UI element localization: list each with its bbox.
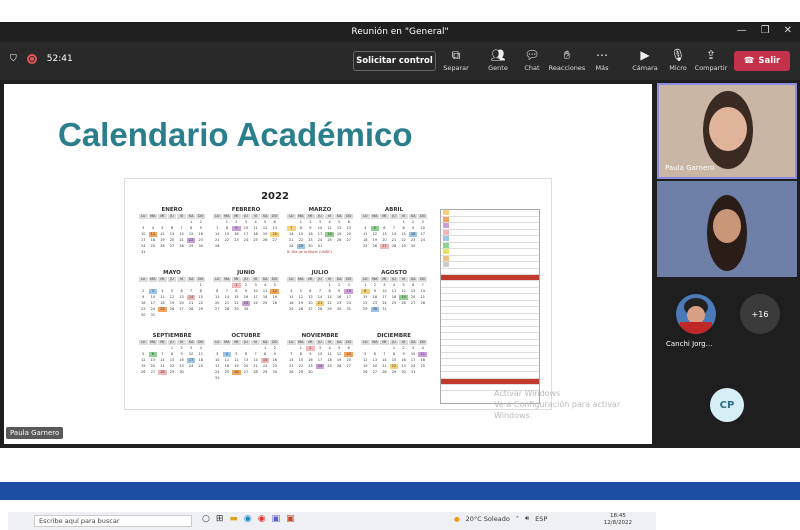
month-name: AGOSTO — [381, 270, 407, 276]
widgets-icon[interactable]: ⊞ — [216, 514, 224, 524]
pop-out-icon: ⧉ — [451, 48, 461, 62]
more-participants-button[interactable]: +16 — [740, 294, 780, 334]
presenter-name-chip: Paula Garnero — [6, 427, 64, 439]
calendar-month: MAYO LU MA MI JU VI SA DO 1 2 3 4 5 6 7 8 9 10 11 12 13 14 15 1… — [139, 270, 205, 317]
month-name: FEBRERO — [231, 207, 261, 213]
month-name: DICIEMBRE — [376, 333, 412, 339]
restore-button[interactable]: ❐ — [761, 25, 770, 36]
mic-off-icon: 🎙︎ — [670, 48, 686, 62]
month-name: JUNIO — [237, 270, 255, 276]
calendar-month: OCTUBRE LU MA MI JU VI SA DO 1 2 3 4 5 6 7 8 9 10 11 12 13 14… — [213, 333, 279, 380]
month-note: 8: Día de la Mujer (UNRC) — [287, 250, 332, 254]
file-explorer-icon[interactable]: ▬ — [229, 514, 238, 524]
windows-activation-watermark: Activar Windows Ve a Configuración para … — [494, 389, 621, 420]
page-bottom-area — [0, 448, 800, 482]
task-view-icon[interactable]: ○ — [202, 514, 210, 524]
powerpoint-icon[interactable]: ▣ — [286, 514, 295, 524]
teams-icon[interactable]: ▣ — [272, 514, 281, 524]
reactions-icon: ✋︎ — [563, 48, 571, 62]
recording-icon — [26, 54, 37, 64]
month-name: MARZO — [308, 207, 332, 213]
calendar-month: JULIO LU MA MI JU VI SA DO 1 2 3 4 5 6 7 8 9 10 11 12 13 14 15… — [287, 270, 353, 316]
weather-icon: ● — [454, 514, 460, 523]
more-icon: ⋯ — [596, 48, 608, 62]
calendar-month: JUNIO LU MA MI JU VI SA DO 1 2 3 4 5 6 7 8 9 10 11 12 13 14 15… — [213, 270, 279, 316]
weather-text[interactable]: 20°C Soleado — [466, 515, 510, 523]
window-title: Reunión en "General" — [351, 27, 449, 37]
month-name: MAYO — [163, 270, 181, 276]
meeting-toolbar: ⛉ 52:41 Solicitar control ⧉ Separar 👥︎ Gen… — [0, 42, 800, 80]
share-button[interactable]: ⇪ Compartir — [694, 46, 728, 78]
month-name: OCTUBRE — [231, 333, 261, 339]
participant-name: Paula Garnero — [665, 164, 715, 172]
month-name: ABRIL — [384, 207, 404, 213]
calendar-month: NOVIEMBRE LU MA MI JU VI SA DO 1 2 3 4 5 6 7 8 9 10 11 12 13… — [287, 333, 353, 379]
participant-tile-2[interactable] — [657, 181, 797, 277]
shield-icon: ⛉ — [10, 54, 17, 64]
more-button[interactable]: ⋯ Más — [585, 46, 619, 78]
month-name: JULIO — [311, 270, 329, 276]
request-control-button[interactable]: Solicitar control — [353, 51, 436, 71]
minimize-button[interactable]: — — [737, 25, 747, 36]
reactions-button[interactable]: ✋︎ Reacciones — [549, 46, 586, 78]
participant-avatar-name: Canchi Jorg... — [666, 340, 713, 348]
pop-out-button[interactable]: ⧉ Separar — [439, 46, 473, 78]
participant-initials-avatar[interactable]: CP — [710, 388, 744, 422]
people-button[interactable]: 👥︎ Gente — [481, 46, 515, 78]
meeting-timer: 52:41 — [46, 54, 73, 64]
chevron-up-icon[interactable]: ˄ — [516, 515, 519, 523]
calendar-month: DICIEMBRE LU MA MI JU VI SA DO 1 2 3 4 5 6 7 8 9 10 11 12 13… — [361, 333, 427, 379]
taskbar-clock[interactable]: 18:45 12/8/2022 — [604, 513, 632, 527]
calendar-year: 2022 — [261, 191, 289, 202]
calendar-month: SEPTIEMBRE LU MA MI JU VI SA DO 1 2 3 4 5 6 7 8 9 10 11 12 1… — [139, 333, 205, 379]
calendar-month: MARZO LU MA MI JU VI SA DO 1 2 3 4 5 6 7 8 9 10 11 12 13 14 15… — [287, 207, 353, 254]
share-icon: ⇪ — [705, 48, 717, 62]
chat-button[interactable]: 💬︎ Chat — [515, 46, 549, 78]
chrome-icon[interactable]: ◉ — [258, 514, 266, 524]
language-indicator[interactable]: ESP — [535, 515, 547, 523]
close-button[interactable]: ✕ — [784, 25, 792, 36]
taskbar-search-input[interactable]: Escribe aquí para buscar — [34, 515, 192, 527]
leave-button[interactable]: ☎ Salir — [734, 51, 790, 71]
month-name: ENERO — [161, 207, 183, 213]
people-icon: 👥︎ — [490, 48, 506, 62]
page-footer-bar — [0, 482, 800, 500]
month-name: SEPTIEMBRE — [152, 333, 192, 339]
chat-icon: 💬︎ — [524, 48, 540, 62]
calendar-legend — [440, 209, 540, 404]
calendar-image: 2022 ENERO LU MA MI JU VI SA DO 1 2 3 4 5 6 7 8 9 10 11 12 1… — [124, 178, 552, 410]
edge-icon[interactable]: ◉ — [244, 514, 252, 524]
calendar-month: FEBRERO LU MA MI JU VI SA DO 1 2 3 4 5 6 7 8 9 10 11 12 13 14… — [213, 207, 279, 253]
calendar-month: ENERO LU MA MI JU VI SA DO 1 2 3 4 5 6 7 8 9 10 11 12 13 14 15… — [139, 207, 205, 254]
mic-button[interactable]: 🎙︎ Micro — [661, 46, 695, 78]
participant-avatar[interactable] — [676, 294, 716, 334]
volume-icon[interactable]: 🔊︎ — [525, 514, 529, 523]
participant-tile-paula[interactable]: Paula Garnero — [657, 83, 797, 179]
camera-off-icon: ▶︎ — [640, 48, 650, 62]
windows-taskbar: Escribe aquí para buscar ○ ⊞ ▬ ◉ ◉ ▣ ▣ ●… — [8, 512, 656, 530]
slide-title: Calendario Académico — [58, 116, 413, 153]
phone-icon: ☎ — [743, 56, 755, 66]
calendar-month: AGOSTO LU MA MI JU VI SA DO 1 2 3 4 5 6 7 8 9 10 11 12 13 14 1… — [361, 270, 427, 316]
window-titlebar: Reunión en "General" — ❐ ✕ — [0, 22, 800, 42]
month-name: NOVIEMBRE — [301, 333, 339, 339]
calendar-month: ABRIL LU MA MI JU VI SA DO 1 2 3 4 5 6 7 8 9 10 11 12 13 14 15… — [361, 207, 427, 253]
camera-button[interactable]: ▶︎ Cámara — [628, 46, 662, 78]
shared-screen: Calendario Académico 2022 ENERO LU MA MI JU V… — [4, 84, 656, 530]
